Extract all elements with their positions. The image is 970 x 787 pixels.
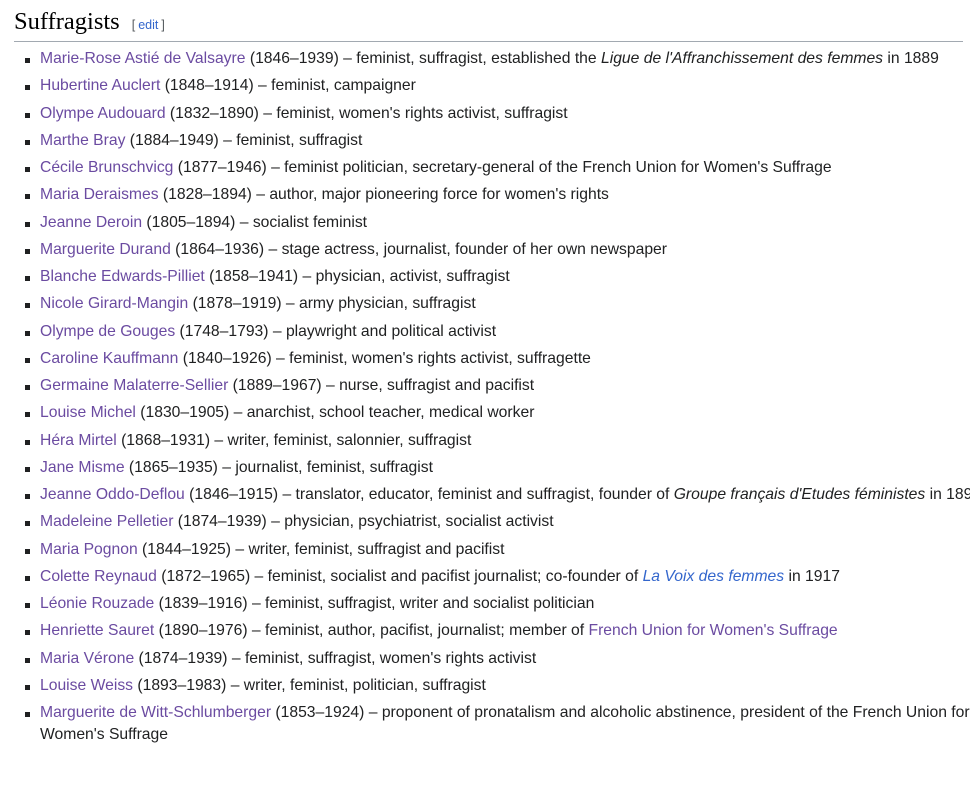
entry-description: (1865–1935) – journalist, feminist, suff… [124, 458, 433, 476]
person-link[interactable]: Maria Pognon [40, 541, 138, 558]
entry-description: (1840–1926) – feminist, women's rights a… [178, 349, 591, 367]
section-heading: Suffragists [edit] [14, 6, 963, 42]
person-link[interactable]: Marthe Bray [40, 132, 125, 149]
section-title: Suffragists [14, 8, 120, 35]
person-link[interactable]: Maria Deraismes [40, 186, 159, 203]
list-item: Héra Mirtel (1868–1931) – writer, femini… [25, 430, 970, 452]
entry-description: (1893–1983) – writer, feminist, politici… [133, 676, 486, 694]
entry-tail: in 1889 [883, 50, 939, 67]
entry-italic-title: Ligue de l'Affranchissement des femmes [601, 50, 884, 67]
list-item: Hubertine Auclert (1848–1914) – feminist… [25, 75, 970, 97]
organization-link[interactable]: French Union for Women's Suffrage [588, 622, 837, 639]
entry-tail: in 1891 [929, 486, 970, 503]
person-link[interactable]: Maria Vérone [40, 650, 134, 667]
list-item: Cécile Brunschvicg (1877–1946) – feminis… [25, 157, 970, 179]
person-link[interactable]: Jane Misme [40, 459, 125, 476]
entry-description: (1748–1793) – playwright and political a… [175, 322, 497, 340]
person-link[interactable]: Léonie Rouzade [40, 595, 154, 612]
list-item: Olympe de Gouges (1748–1793) – playwrigh… [25, 321, 970, 343]
edit-bracket-open: [ [131, 18, 136, 32]
list-item: Olympe Audouard (1832–1890) – feminist, … [25, 103, 970, 125]
list-item: Nicole Girard-Mangin (1878–1919) – army … [25, 293, 970, 315]
entry-description: (1884–1949) – feminist, suffragist [125, 131, 363, 149]
person-link[interactable]: Olympe Audouard [40, 105, 166, 122]
person-link[interactable]: Jeanne Oddo-Deflou [40, 486, 185, 503]
person-link[interactable]: Caroline Kauffmann [40, 350, 178, 367]
entry-description: (1877–1946) – feminist politician, secre… [173, 159, 832, 176]
entry-description: (1828–1894) – author, major pioneering f… [158, 186, 609, 204]
list-item: Marthe Bray (1884–1949) – feminist, suff… [25, 130, 970, 152]
list-item: Jeanne Deroin (1805–1894) – socialist fe… [25, 212, 970, 234]
list-item: Maria Pognon (1844–1925) – writer, femin… [25, 539, 970, 561]
person-link[interactable]: Marie-Rose Astié de Valsayre [40, 50, 245, 67]
person-link[interactable]: Héra Mirtel [40, 432, 117, 449]
list-item: Madeleine Pelletier (1874–1939) – physic… [25, 511, 970, 533]
entry-description: (1864–1936) – stage actress, journalist,… [170, 240, 667, 258]
list-item: Maria Deraismes (1828–1894) – author, ma… [25, 184, 970, 206]
person-link[interactable]: Louise Michel [40, 404, 136, 421]
newspaper-link[interactable]: La Voix des femmes [643, 568, 785, 585]
entry-description: (1830–1905) – anarchist, school teacher,… [135, 404, 535, 422]
person-link[interactable]: Louise Weiss [40, 677, 133, 694]
person-link[interactable]: Colette Reynaud [40, 568, 157, 585]
entry-description: (1889–1967) – nurse, suffragist and paci… [228, 377, 535, 394]
person-link[interactable]: Hubertine Auclert [40, 77, 160, 94]
person-link[interactable]: Jeanne Deroin [40, 214, 142, 231]
entry-description: (1874–1939) – feminist, suffragist, wome… [134, 649, 537, 667]
list-item: Jeanne Oddo-Deflou (1846–1915) – transla… [25, 484, 970, 506]
entry-description: (1848–1914) – feminist, campaigner [160, 77, 416, 95]
entry-description: (1805–1894) – socialist feminist [142, 213, 368, 231]
list-item: Louise Weiss (1893–1983) – writer, femin… [25, 675, 970, 697]
entry-description: (1839–1916) – feminist, suffragist, writ… [154, 595, 595, 612]
entry-description: (1872–1965) – feminist, socialist and pa… [156, 567, 643, 585]
person-link[interactable]: Henriette Sauret [40, 622, 154, 639]
person-link[interactable]: Madeleine Pelletier [40, 513, 173, 530]
entry-description: (1878–1919) – army physician, suffragist [188, 295, 476, 313]
edit-link[interactable]: edit [138, 18, 158, 32]
person-link[interactable]: Germaine Malaterre-Sellier [40, 377, 228, 394]
entry-description: (1846–1915) – translator, educator, femi… [184, 486, 674, 503]
entry-tail: in 1917 [784, 567, 840, 585]
entry-description: (1874–1939) – physician, psychiatrist, s… [173, 513, 554, 531]
edit-bracket-close: ] [161, 18, 165, 32]
suffragist-list: Marie-Rose Astié de Valsayre (1846–1939)… [20, 48, 970, 751]
list-item: Caroline Kauffmann (1840–1926) – feminis… [25, 348, 970, 370]
entry-description: (1868–1931) – writer, feminist, salonnie… [116, 431, 472, 449]
entry-description: (1832–1890) – feminist, women's rights a… [165, 104, 568, 122]
list-item: Léonie Rouzade (1839–1916) – feminist, s… [25, 593, 970, 615]
list-item: Louise Michel (1830–1905) – anarchist, s… [25, 402, 970, 424]
entry-description: (1844–1925) – writer, feminist, suffragi… [137, 540, 505, 558]
list-item: Marguerite de Witt-Schlumberger (1853–19… [25, 702, 970, 746]
entry-description: (1846–1939) – feminist, suffragist, esta… [245, 50, 601, 67]
list-item: Germaine Malaterre-Sellier (1889–1967) –… [25, 375, 970, 397]
list-item: Marguerite Durand (1864–1936) – stage ac… [25, 239, 970, 261]
entry-italic-title: Groupe français d'Etudes féministes [673, 486, 926, 503]
list-item: Maria Vérone (1874–1939) – feminist, suf… [25, 648, 970, 670]
person-link[interactable]: Olympe de Gouges [40, 323, 175, 340]
person-link[interactable]: Blanche Edwards-Pilliet [40, 268, 205, 285]
list-item: Jane Misme (1865–1935) – journalist, fem… [25, 457, 970, 479]
edit-section: [edit] [132, 18, 165, 32]
entry-description: (1890–1976) – feminist, author, pacifist… [154, 622, 589, 640]
person-link[interactable]: Cécile Brunschvicg [40, 159, 173, 176]
person-link[interactable]: Marguerite de Witt-Schlumberger [40, 704, 271, 721]
list-item: Henriette Sauret (1890–1976) – feminist,… [25, 620, 970, 642]
person-link[interactable]: Nicole Girard-Mangin [40, 295, 188, 312]
entry-description: (1858–1941) – physician, activist, suffr… [204, 268, 510, 285]
list-item: Blanche Edwards-Pilliet (1858–1941) – ph… [25, 266, 970, 288]
person-link[interactable]: Marguerite Durand [40, 241, 171, 258]
list-item: Marie-Rose Astié de Valsayre (1846–1939)… [25, 48, 970, 70]
list-item: Colette Reynaud (1872–1965) – feminist, … [25, 566, 970, 588]
